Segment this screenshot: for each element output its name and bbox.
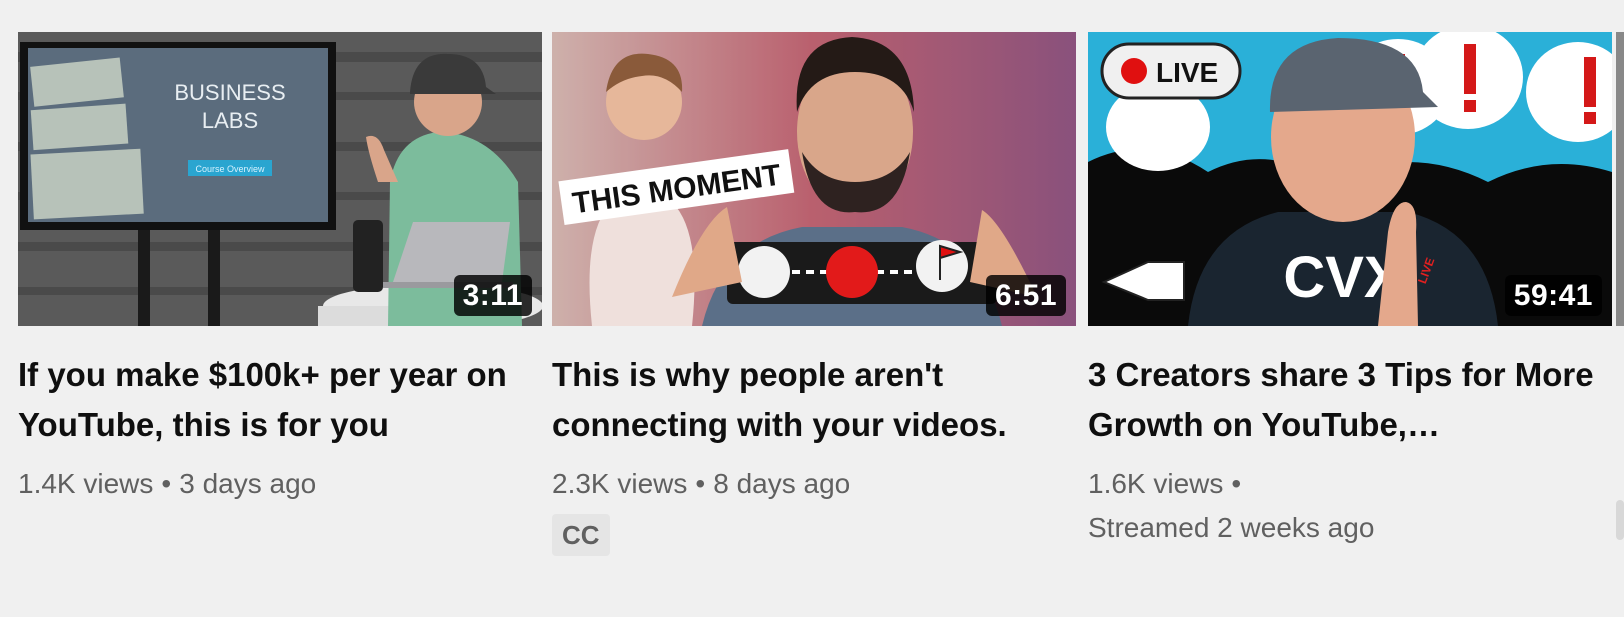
meta-separator: • [695, 468, 706, 499]
closed-captions-badge: CC [552, 514, 610, 556]
upload-age: 8 days ago [713, 468, 851, 499]
video-title[interactable]: 3 Creators share 3 Tips for More Growth … [1088, 350, 1608, 450]
video-duration: 6:51 [985, 275, 1066, 316]
thumbnail-screen-subtitle: LABS [202, 108, 258, 133]
video-thumbnail[interactable]: LIVE CVX LIVE 59:41 [1088, 32, 1612, 326]
view-count: 1.6K views [1088, 468, 1224, 499]
scroll-handle[interactable] [1616, 500, 1624, 540]
video-metadata: 1.4K views • 3 days ago [18, 462, 542, 506]
meta-separator: • [1231, 468, 1242, 499]
video-title[interactable]: This is why people aren't connecting wit… [552, 350, 1072, 450]
video-thumbnail[interactable]: THIS MOMENT 6:51 [552, 32, 1076, 326]
thumbnail-screen-title: BUSINESS [174, 80, 285, 105]
video-grid: BUSINESS LABS Course Overview 3:11 If yo… [0, 0, 1624, 617]
live-label: LIVE [1156, 57, 1218, 88]
video-title[interactable]: If you make $100k+ per year on YouTube, … [18, 350, 538, 450]
next-card-edge [1616, 32, 1624, 326]
view-count: 1.4K views [18, 468, 154, 499]
upload-age: Streamed 2 weeks ago [1088, 512, 1375, 543]
live-dot [1121, 58, 1147, 84]
video-card[interactable]: THIS MOMENT 6:51 This is why people aren… [552, 32, 1076, 556]
video-metadata: 2.3K views • 8 days ago [552, 462, 1076, 506]
video-duration: 59:41 [1504, 275, 1602, 316]
video-card[interactable]: BUSINESS LABS Course Overview 3:11 If yo… [18, 32, 542, 506]
video-duration: 3:11 [453, 275, 532, 316]
video-card[interactable]: LIVE CVX LIVE 59:41 3 Creators share 3 T… [1088, 32, 1612, 550]
video-metadata: 1.6K views • Streamed 2 weeks ago [1088, 462, 1612, 550]
meta-separator: • [161, 468, 172, 499]
thumbnail-screen-button: Course Overview [195, 164, 265, 174]
view-count: 2.3K views [552, 468, 688, 499]
video-thumbnail[interactable]: BUSINESS LABS Course Overview 3:11 [18, 32, 542, 326]
upload-age: 3 days ago [179, 468, 317, 499]
